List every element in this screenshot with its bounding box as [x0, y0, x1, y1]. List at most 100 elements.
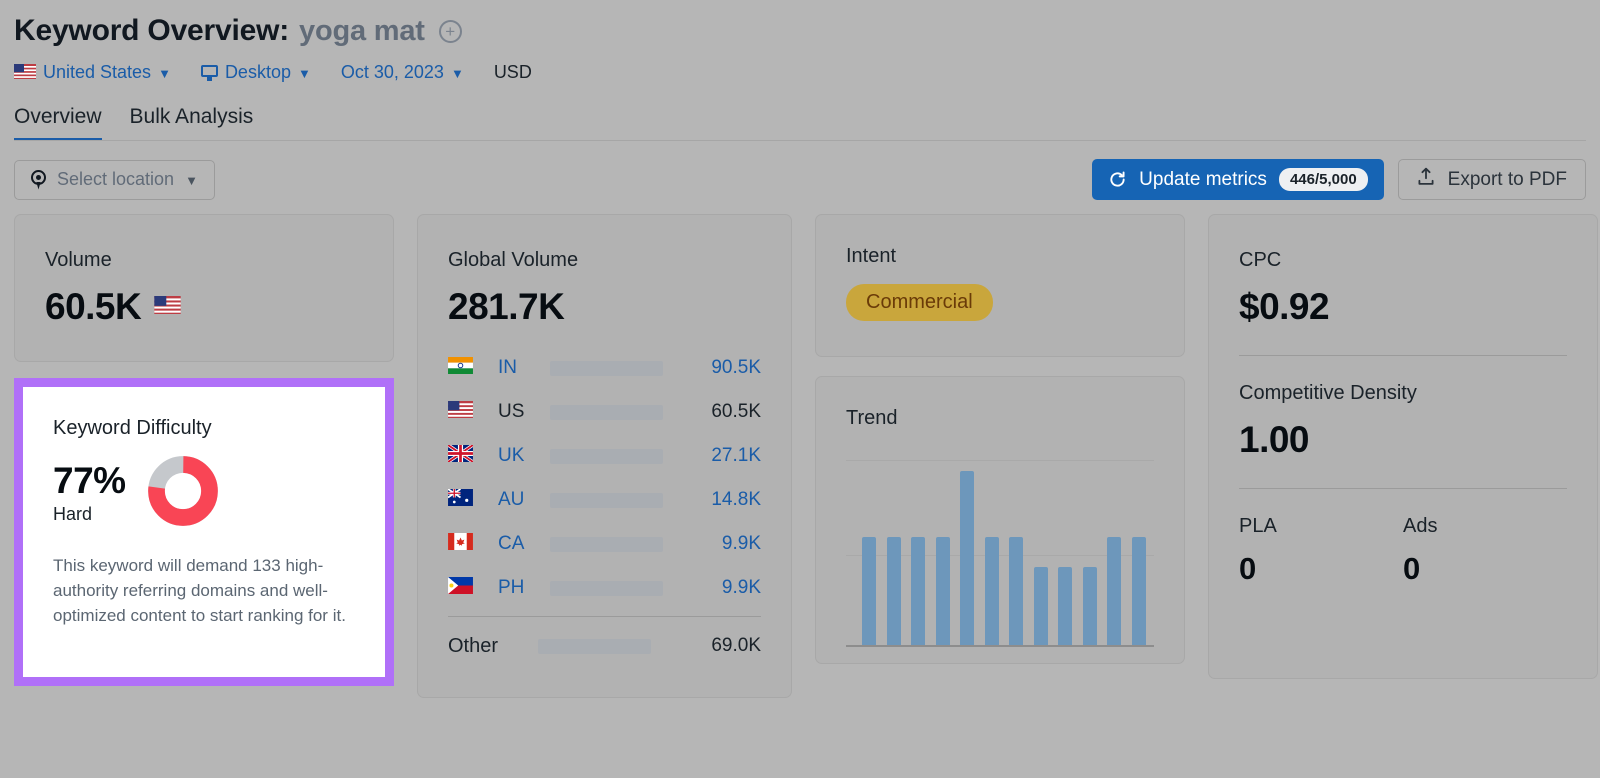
volume-bar-track [550, 405, 663, 420]
pla-block: PLA 0 [1239, 515, 1403, 587]
trend-bar [1034, 567, 1048, 645]
select-location-label: Select location [57, 169, 174, 190]
volume-value-row: 60.5K [45, 286, 363, 328]
upload-icon [1417, 167, 1435, 192]
card-divider [1239, 488, 1567, 489]
ads-value: 0 [1403, 551, 1567, 587]
country-code: US [498, 401, 538, 423]
trend-bar [887, 537, 901, 645]
country-filter-label: United States [43, 62, 151, 83]
global-volume-label: Global Volume [448, 249, 761, 272]
keyword-overview-page: Keyword Overview: yoga mat + United Stat… [0, 0, 1600, 778]
tab-divider [14, 140, 1586, 141]
intent-badge: Commercial [846, 284, 993, 321]
card-divider [1239, 355, 1567, 356]
keyword-difficulty-donut-chart [148, 456, 218, 531]
ads-block: Ads 0 [1403, 515, 1567, 587]
chevron-down-icon: ▼ [158, 66, 171, 81]
us-flag-icon [154, 296, 181, 319]
refresh-icon [1108, 170, 1127, 189]
global-volume-country-list: IN 90.5K US 60.5K [448, 346, 761, 669]
date-filter[interactable]: Oct 30, 2023 ▼ [341, 62, 464, 83]
table-row[interactable]: US 60.5K [448, 390, 761, 434]
volume-bar-track [550, 537, 663, 552]
list-divider [448, 616, 761, 617]
table-row[interactable]: CA 9.9K [448, 522, 761, 566]
map-pin-icon [31, 170, 46, 190]
pla-label: PLA [1239, 515, 1403, 538]
in-flag-icon [448, 357, 486, 379]
page-title: Keyword Overview: [14, 14, 289, 48]
keyword-value: yoga mat [299, 15, 425, 48]
trend-bar [1058, 567, 1072, 645]
export-to-pdf-label: Export to PDF [1448, 169, 1567, 191]
ca-flag-icon [448, 533, 486, 555]
competitive-density-label: Competitive Density [1239, 382, 1567, 405]
tab-overview-label: Overview [14, 105, 102, 128]
export-to-pdf-button[interactable]: Export to PDF [1398, 159, 1586, 200]
trend-bar [1009, 537, 1023, 645]
country-volume-value: 60.5K [689, 401, 761, 423]
trend-bar [1083, 567, 1097, 645]
column-cpc: CPC $0.92 Competitive Density 1.00 PLA 0… [1208, 214, 1598, 698]
country-volume-value: 9.9K [689, 577, 761, 599]
trend-bar [1107, 537, 1121, 645]
axis-line [846, 645, 1154, 647]
column-global-volume: Global Volume 281.7K IN 90.5K [417, 214, 792, 698]
country-code: AU [498, 489, 538, 511]
trend-bar [960, 471, 974, 645]
volume-bar-track [550, 361, 663, 376]
volume-bar-track [538, 639, 651, 654]
keyword-difficulty-label: Keyword Difficulty [53, 417, 355, 440]
cpc-card: CPC $0.92 Competitive Density 1.00 PLA 0… [1208, 214, 1598, 679]
table-row-other: Other 69.0K [448, 623, 761, 669]
tab-bulk-analysis[interactable]: Bulk Analysis [130, 105, 254, 141]
global-volume-card: Global Volume 281.7K IN 90.5K [417, 214, 792, 698]
tab-bulk-analysis-label: Bulk Analysis [130, 105, 254, 128]
plus-circle-icon[interactable]: + [439, 20, 462, 43]
update-metrics-label: Update metrics [1139, 169, 1267, 191]
country-volume-value: 27.1K [689, 445, 761, 467]
tab-overview[interactable]: Overview [14, 105, 102, 141]
metrics-grid: Volume 60.5K [0, 200, 1600, 698]
table-row[interactable]: AU 14.8K [448, 478, 761, 522]
trend-bars-group [862, 454, 1146, 645]
volume-card: Volume 60.5K [14, 214, 394, 362]
volume-bar-track [550, 449, 663, 464]
action-toolbar: Select location ▼ Update metrics 446/5,0… [0, 141, 1600, 200]
table-row[interactable]: IN 90.5K [448, 346, 761, 390]
keyword-difficulty-card: Keyword Difficulty 77% Hard [23, 387, 385, 677]
other-volume-value: 69.0K [689, 635, 761, 657]
chevron-down-icon: ▼ [185, 173, 198, 188]
country-code: CA [498, 533, 538, 555]
table-row[interactable]: PH 9.9K [448, 566, 761, 610]
chevron-down-icon: ▼ [451, 66, 464, 81]
update-metrics-button[interactable]: Update metrics 446/5,000 [1092, 159, 1384, 200]
page-header: Keyword Overview: yoga mat + [0, 0, 1600, 48]
column-volume: Volume 60.5K [14, 214, 394, 698]
trend-card: Trend [815, 376, 1185, 664]
trend-bar [985, 537, 999, 645]
table-row[interactable]: UK 27.1K [448, 434, 761, 478]
other-label: Other [448, 635, 526, 658]
trend-bar-chart [846, 454, 1154, 647]
device-filter[interactable]: Desktop ▼ [201, 62, 311, 83]
us-flag-icon [448, 401, 486, 423]
keyword-difficulty-description: This keyword will demand 133 high-author… [53, 553, 353, 628]
currency-label: USD [494, 62, 532, 83]
country-filter[interactable]: United States ▼ [14, 62, 171, 83]
volume-label: Volume [45, 249, 363, 272]
keyword-difficulty-percent: 77% [53, 462, 126, 501]
volume-bar-track [550, 581, 663, 596]
keyword-difficulty-value-row: 77% Hard [53, 456, 355, 531]
intent-card: Intent Commercial [815, 214, 1185, 357]
ph-flag-icon [448, 577, 486, 599]
trend-bar [1132, 537, 1146, 645]
trend-bar [911, 537, 925, 645]
pla-value: 0 [1239, 551, 1403, 587]
country-code: IN [498, 357, 538, 379]
global-volume-value: 281.7K [448, 286, 761, 328]
desktop-monitor-icon [201, 65, 218, 81]
select-location-dropdown[interactable]: Select location ▼ [14, 160, 215, 200]
intent-label: Intent [846, 245, 1154, 268]
